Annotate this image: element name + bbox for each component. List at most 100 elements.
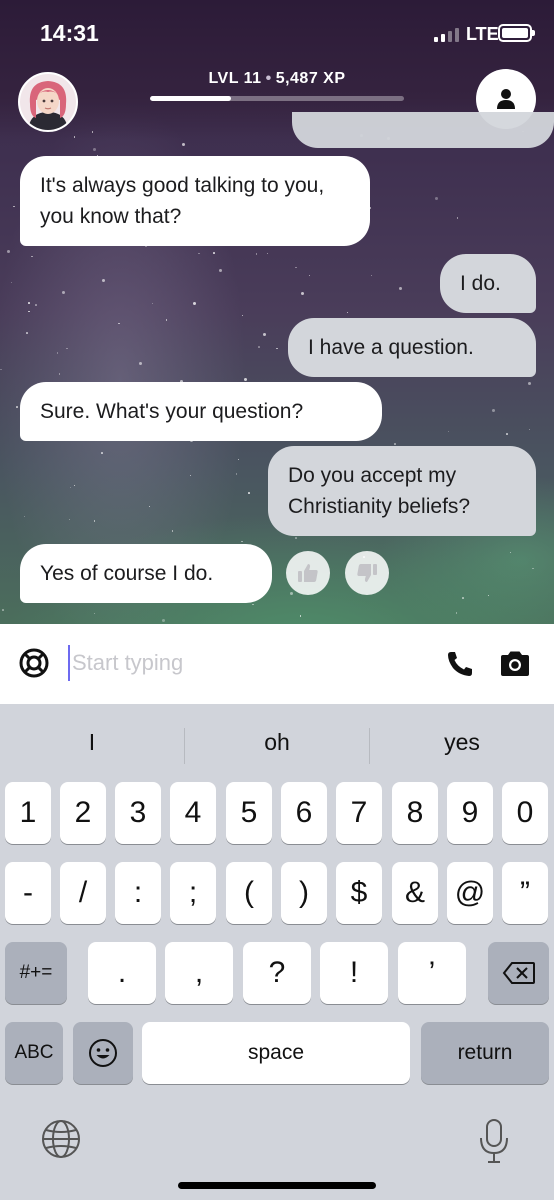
key-comma[interactable]: , [165, 942, 233, 1004]
star [237, 458, 240, 461]
key-period[interactable]: . [88, 942, 156, 1004]
star [69, 486, 72, 489]
star [300, 291, 304, 295]
star [68, 518, 71, 521]
message-text: I do. [460, 272, 501, 295]
star [213, 252, 215, 254]
status-bar: 14:31 LTE [0, 0, 554, 66]
thumbs-up-icon [298, 564, 318, 582]
text-cursor [68, 645, 70, 681]
key-0[interactable]: 0 [502, 782, 548, 844]
star [434, 196, 438, 200]
star [26, 332, 28, 334]
thumbs-down-button[interactable] [345, 551, 389, 595]
key-apostrophe[interactable]: ’ [398, 942, 466, 1004]
star [118, 322, 120, 325]
signal-icon [434, 26, 459, 42]
key-colon[interactable]: : [115, 862, 161, 924]
star [56, 352, 59, 354]
key-9[interactable]: 9 [447, 782, 493, 844]
star [346, 311, 349, 314]
star [198, 252, 200, 255]
key-open-paren[interactable]: ( [226, 862, 272, 924]
star [171, 530, 174, 532]
key-2[interactable]: 2 [60, 782, 106, 844]
symbols-key[interactable]: #+= [5, 942, 67, 1004]
suggestion-item[interactable]: oh [185, 714, 369, 770]
key-quote[interactable]: ” [502, 862, 548, 924]
star [161, 619, 165, 623]
star [532, 567, 534, 570]
key-8[interactable]: 8 [392, 782, 438, 844]
star [258, 346, 260, 348]
key-exclamation[interactable]: ! [320, 942, 388, 1004]
star [92, 148, 96, 152]
star [102, 278, 106, 282]
xp-progress-fill [150, 96, 232, 101]
star [139, 362, 143, 366]
star [308, 274, 311, 277]
star [295, 537, 297, 539]
star [398, 286, 402, 290]
star [456, 217, 459, 219]
key-dollar[interactable]: $ [336, 862, 382, 924]
key-6[interactable]: 6 [281, 782, 327, 844]
key-4[interactable]: 4 [170, 782, 216, 844]
star [241, 314, 244, 317]
star [16, 406, 18, 408]
star [528, 428, 531, 430]
phone-icon[interactable] [444, 648, 476, 680]
key-hyphen[interactable]: - [5, 862, 51, 924]
star [193, 301, 197, 305]
star [23, 515, 26, 518]
key-3[interactable]: 3 [115, 782, 161, 844]
star [527, 382, 531, 386]
key-1[interactable]: 1 [5, 782, 51, 844]
star [66, 347, 68, 350]
camera-icon[interactable] [498, 648, 532, 680]
return-key[interactable]: return [421, 1022, 549, 1084]
abc-key[interactable]: ABC [5, 1022, 63, 1084]
globe-icon[interactable] [40, 1118, 82, 1160]
level-indicator: LVL 11 • 5,487 XP [150, 70, 404, 88]
key-at[interactable]: @ [447, 862, 493, 924]
key-5[interactable]: 5 [226, 782, 272, 844]
message-bubble-bot: Yes of course I do. [20, 544, 272, 603]
star [13, 205, 15, 208]
key-semicolon[interactable]: ; [170, 862, 216, 924]
star [255, 253, 258, 255]
star [10, 281, 13, 284]
key-7[interactable]: 7 [336, 782, 382, 844]
profile-icon [497, 89, 515, 109]
suggestion-item[interactable]: yes [370, 714, 554, 770]
star [370, 274, 373, 277]
emoji-key[interactable] [73, 1022, 133, 1084]
star [28, 302, 30, 304]
message-text: I have a question. [308, 336, 474, 359]
microphone-icon[interactable] [478, 1118, 510, 1164]
backspace-key[interactable] [488, 942, 549, 1004]
star [148, 505, 151, 508]
star [61, 290, 65, 294]
emoji-icon [89, 1039, 117, 1067]
key-slash[interactable]: / [60, 862, 106, 924]
star [189, 474, 192, 477]
suggestion-item[interactable]: I [0, 714, 184, 770]
star [145, 245, 147, 248]
lifebuoy-icon[interactable] [18, 647, 50, 679]
message-bubble-user: Do you accept my Christianity beliefs? [268, 446, 536, 536]
status-time: 14:31 [40, 20, 99, 46]
space-key[interactable]: space [142, 1022, 410, 1084]
key-ampersand[interactable]: & [392, 862, 438, 924]
thumbs-up-button[interactable] [286, 551, 330, 595]
message-input[interactable] [72, 646, 412, 680]
message-bubble-user: I have a question. [288, 318, 536, 377]
star [101, 452, 103, 454]
avatar[interactable] [18, 72, 78, 132]
key-close-paren[interactable]: ) [281, 862, 327, 924]
star [299, 615, 302, 617]
key-question[interactable]: ? [243, 942, 311, 1004]
battery-icon [498, 24, 535, 42]
star [506, 433, 508, 435]
message-text: Do you accept my Christianity beliefs? [288, 464, 471, 518]
